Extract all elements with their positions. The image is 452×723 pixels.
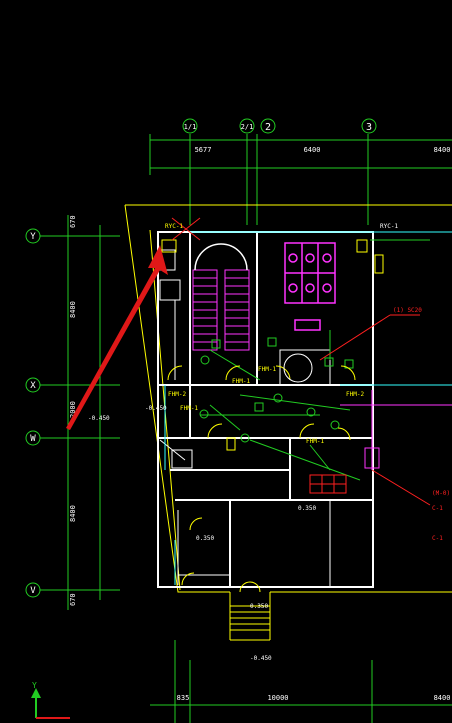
dim-left-3: 8400 <box>69 505 77 522</box>
axis-label-x: X <box>30 381 36 391</box>
left-dimension-lines <box>40 215 120 610</box>
dim-top-3: 8400 <box>434 146 451 154</box>
axis-label-1-1: 1/1 <box>184 123 197 131</box>
label-fhm-2: FHM-1 <box>306 438 324 445</box>
label-room-2: FHM-2 <box>346 391 364 398</box>
dim-left-1: 8400 <box>69 301 77 318</box>
label-room-1: FHM-2 <box>168 391 186 398</box>
axis-label-w: W <box>30 434 36 444</box>
label-ryc-right: RYC-1 <box>380 223 398 230</box>
magenta-lines <box>340 390 452 470</box>
label-fhm-4: FHM-1 <box>180 405 198 412</box>
label-note-m0: (M-0) <box>432 490 450 497</box>
dim-bottom-3: 8400 <box>434 694 451 702</box>
dim-top-2: 6400 <box>304 146 321 154</box>
bottom-dimension-lines <box>150 640 452 723</box>
cad-drawing-canvas[interactable]: 1/1 2/1 2 3 5677 6400 8400 Y X W V 670 8… <box>0 0 452 723</box>
ucs-y-label: Y <box>32 681 37 690</box>
red-annotations <box>171 217 431 506</box>
yellow-door-swings <box>167 365 356 593</box>
axis-label-2: 2 <box>265 122 271 133</box>
label-note-c1b: C-1 <box>432 535 443 542</box>
yellow-fixtures <box>161 239 384 451</box>
label-fhm-3: FHM-1 <box>258 366 276 373</box>
red-pointer-arrow <box>66 245 168 430</box>
toilet-fixtures <box>284 242 336 331</box>
label-elev-c: 0.350 <box>250 603 268 610</box>
label-note-c1a: C-1 <box>432 505 443 512</box>
label-note-sc20: (1) SC20 <box>393 307 422 314</box>
left-axis-bubbles <box>25 228 41 598</box>
dim-left-small-1: 670 <box>69 215 77 228</box>
axis-label-2-1: 2/1 <box>241 123 254 131</box>
label-ryc-left: RYC-1 <box>165 223 183 230</box>
label-elev-bottom: -0.450 <box>250 655 272 662</box>
dim-bottom-1: 835 <box>177 694 190 702</box>
label-elev-left: -0.450 <box>88 415 110 422</box>
stair-arch <box>194 243 248 271</box>
label-fhm-1: FHM-1 <box>232 378 250 385</box>
axis-label-3: 3 <box>366 122 372 133</box>
label-elev-mid: -0.450 <box>145 405 167 412</box>
label-elev-b: 0.350 <box>196 535 214 542</box>
top-axis-bubbles <box>182 118 377 134</box>
axis-label-v: V <box>30 586 36 596</box>
dim-left-small-2: 670 <box>69 593 77 606</box>
axis-label-y: Y <box>30 232 36 242</box>
thin-walls <box>159 249 331 587</box>
stair <box>192 269 250 351</box>
dim-top-1: 5677 <box>195 146 212 154</box>
ucs-icon: Y <box>31 681 70 719</box>
label-elev-a: 0.350 <box>298 505 316 512</box>
dim-bottom-2: 10000 <box>267 694 288 702</box>
